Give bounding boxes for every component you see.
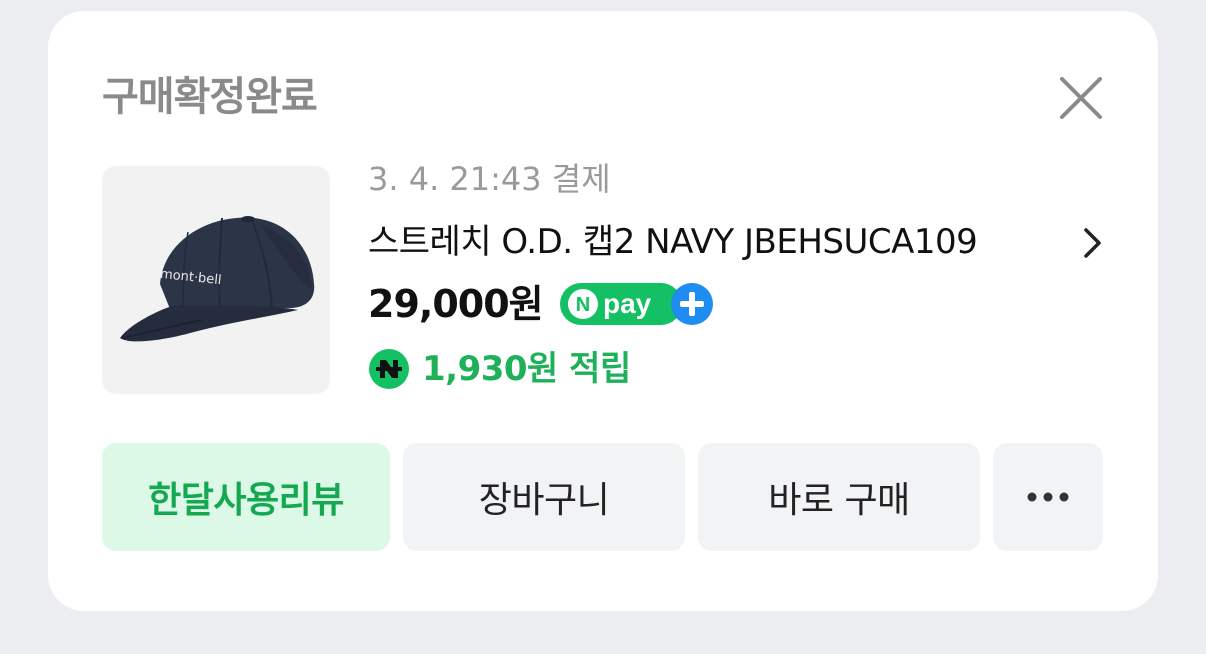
cart-button[interactable]: 장바구니 xyxy=(403,443,685,551)
reward-row: 1,930원 적립 xyxy=(368,347,631,391)
monthly-review-button[interactable]: 한달사용리뷰 xyxy=(102,443,390,551)
naver-points-icon xyxy=(369,349,409,389)
close-icon xyxy=(1060,77,1102,119)
product-image[interactable]: mont·bell xyxy=(102,166,330,394)
product-price: 29,000원 xyxy=(368,282,544,326)
buy-now-button[interactable]: 바로 구매 xyxy=(698,443,980,551)
product-name[interactable]: 스트레치 O.D. 캡2 NAVY JBEHSUCA109 xyxy=(368,220,1058,264)
chevron-right-icon xyxy=(1084,228,1101,258)
monthly-review-label: 한달사용리뷰 xyxy=(148,480,344,521)
buy-now-label: 바로 구매 xyxy=(768,480,910,521)
npay-plus-badge: N pay xyxy=(559,282,715,326)
payment-date: 3. 4. 21:43 결제 xyxy=(368,160,611,198)
cart-label: 장바구니 xyxy=(478,480,610,521)
more-icon xyxy=(1027,492,1069,502)
more-button[interactable] xyxy=(993,443,1103,551)
reward-points: 1,930원 적립 xyxy=(422,349,631,389)
product-detail-link[interactable] xyxy=(1078,225,1106,261)
dialog-title: 구매확정완료 xyxy=(102,74,318,120)
close-button[interactable] xyxy=(1056,73,1106,123)
price-row: 29,000원 N pay xyxy=(368,279,715,329)
purchase-confirmed-dialog: 구매확정완료 mont·bell 3. 4. 21:43 결제 스트레치 O.D… xyxy=(48,11,1158,611)
npay-n-letter: N xyxy=(575,294,589,316)
npay-label: pay xyxy=(603,288,652,319)
